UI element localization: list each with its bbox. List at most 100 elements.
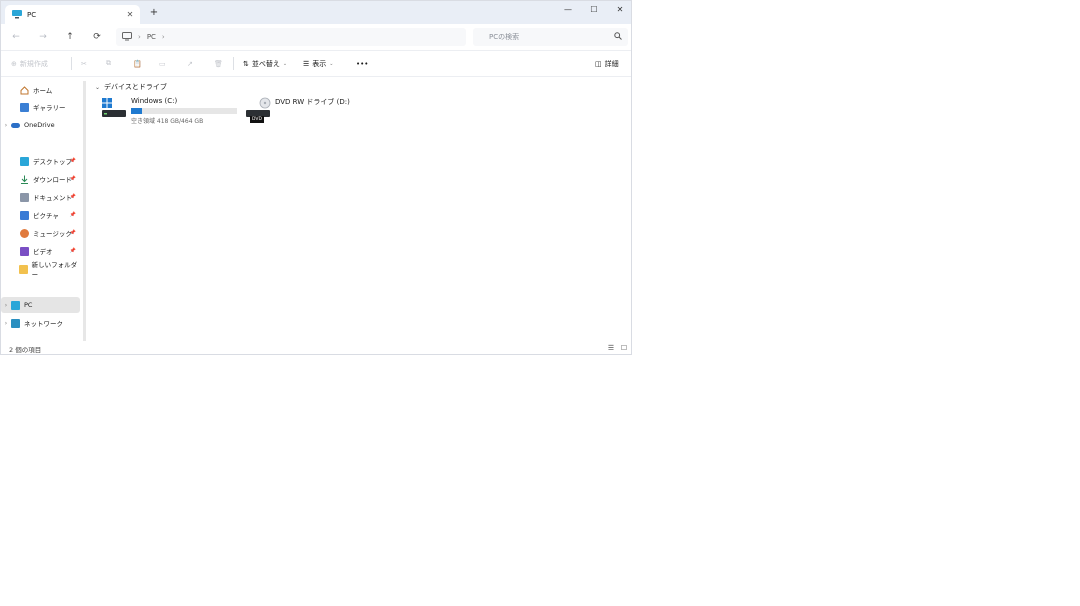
sort-icon: ⇅ [243, 59, 249, 68]
minimize-button[interactable]: — [555, 3, 581, 17]
sidebar-item-label: デスクトップ [33, 158, 72, 166]
pin-icon: 📌 [69, 176, 76, 182]
view-label: 表示 [312, 59, 327, 68]
pin-icon: 📌 [69, 230, 76, 236]
sidebar-item-gallery[interactable]: ギャラリー [1, 99, 80, 115]
sidebar-item-music[interactable]: ミュージック 📌 [1, 225, 80, 241]
sidebar-item-home[interactable]: ホーム [1, 82, 80, 98]
search-box[interactable]: PCの検索 [473, 28, 628, 46]
details-button[interactable]: ◫ 詳細 [595, 58, 619, 69]
tiles-view-icon[interactable]: ☐ [620, 344, 628, 352]
command-bar: ⊕ 新規作成 ✂ ⧉ 📋 ▭ ↗ 🗑 ⇅ 並べ替え ⌄ ☰ 表示 ⌄ ••• ◫… [1, 51, 631, 77]
sidebar-item-network[interactable]: › ネットワーク [1, 315, 80, 331]
group-title: デバイスとドライブ [104, 83, 167, 91]
sidebar-item-downloads[interactable]: ダウンロード 📌 [1, 171, 80, 187]
search-input[interactable]: PCの検索 [489, 32, 614, 42]
pin-icon: 📌 [69, 194, 76, 200]
sidebar-item-label: ビデオ [33, 248, 53, 256]
breadcrumb-separator: › [138, 33, 141, 41]
sidebar-item-videos[interactable]: ビデオ 📌 [1, 243, 80, 259]
group-header-devices[interactable]: ⌄ デバイスとドライブ [95, 82, 167, 92]
tab-close-button[interactable]: ✕ [124, 10, 136, 19]
pin-icon: 📌 [69, 248, 76, 254]
expand-chevron-icon[interactable]: › [1, 122, 11, 129]
rename-icon[interactable]: ▭ [159, 58, 166, 69]
sidebar-item-label: 新しいフォルダー [31, 261, 78, 279]
sidebar-item-desktop[interactable]: デスクトップ 📌 [1, 153, 80, 169]
drive-usage-fill [131, 108, 142, 114]
network-icon [11, 318, 20, 328]
divider [71, 57, 72, 70]
delete-icon[interactable]: 🗑 [214, 58, 223, 69]
sidebar-item-label: ダウンロード [33, 176, 72, 184]
monitor-icon [122, 31, 132, 43]
details-view-icon[interactable]: ☰ [607, 344, 615, 352]
cut-icon[interactable]: ✂ [81, 58, 87, 69]
view-button[interactable]: ☰ 表示 ⌄ [303, 58, 333, 69]
status-bar: 2 個の項目 [1, 341, 631, 354]
breadcrumb-pc[interactable]: PC [147, 33, 156, 41]
drive-d[interactable]: DVD DVD RW ドライブ (D:) [245, 97, 350, 123]
pin-icon: 📌 [69, 158, 76, 164]
sidebar-item-label: ピクチャ [33, 212, 59, 220]
breadcrumb-chevron[interactable]: › [162, 33, 165, 41]
tab-title: PC [27, 10, 37, 19]
details-label: 詳細 [604, 59, 619, 68]
sidebar-item-label: ホーム [33, 87, 53, 95]
back-button[interactable]: ← [9, 30, 23, 44]
navigation-pane: ホーム ギャラリー › OneDrive デスクトップ 📌 ダウンロード 📌 ド… [1, 77, 85, 341]
refresh-button[interactable]: ⟳ [90, 30, 104, 44]
new-tab-button[interactable]: + [147, 6, 161, 20]
sort-label: 並べ替え [251, 59, 280, 68]
sidebar-scrollbar[interactable] [83, 81, 86, 341]
search-icon [614, 32, 622, 42]
paste-icon[interactable]: 📋 [133, 58, 142, 69]
sidebar-item-pc[interactable]: › PC [1, 297, 80, 313]
expand-chevron-icon[interactable]: › [1, 302, 11, 309]
drive-c[interactable]: Windows (C:) 空き領域 418 GB/464 GB [101, 97, 237, 125]
document-icon [20, 192, 29, 202]
sidebar-item-new-folder[interactable]: 新しいフォルダー [1, 261, 80, 279]
dvd-badge: DVD [250, 116, 264, 123]
drive-free-space: 空き領域 418 GB/464 GB [131, 118, 204, 125]
divider [233, 57, 234, 70]
sort-button[interactable]: ⇅ 並べ替え ⌄ [243, 58, 287, 69]
sidebar-item-label: ドキュメント [33, 194, 72, 202]
sidebar-item-label: ネットワーク [24, 320, 63, 328]
new-button[interactable]: ⊕ 新規作成 [11, 58, 48, 69]
copy-icon[interactable]: ⧉ [106, 58, 111, 69]
breadcrumb[interactable]: › PC › [116, 28, 466, 46]
sidebar-item-documents[interactable]: ドキュメント 📌 [1, 189, 80, 205]
plus-circle-icon: ⊕ [11, 59, 17, 68]
sidebar-item-label: ギャラリー [33, 104, 66, 112]
home-icon [20, 85, 29, 95]
forward-button[interactable]: → [36, 30, 50, 44]
music-icon [20, 228, 29, 238]
pin-icon: 📌 [69, 212, 76, 218]
details-pane-icon: ◫ [595, 59, 602, 68]
sidebar-item-onedrive[interactable]: › OneDrive [1, 117, 80, 133]
expand-chevron-icon[interactable]: › [1, 320, 11, 327]
tab-pc[interactable]: PC ✕ [5, 5, 140, 24]
video-icon [20, 246, 29, 256]
drive-usage-bar [131, 108, 237, 114]
sidebar-item-pictures[interactable]: ピクチャ 📌 [1, 207, 80, 223]
collapse-chevron-icon[interactable]: ⌄ [95, 84, 100, 91]
more-options-button[interactable]: ••• [356, 58, 368, 69]
maximize-button[interactable]: ☐ [581, 3, 607, 17]
close-window-button[interactable]: ✕ [607, 3, 631, 17]
sidebar-item-label: ミュージック [33, 230, 72, 238]
chevron-down-icon: ⌄ [282, 60, 288, 67]
content-pane: ⌄ デバイスとドライブ Windows (C:) 空き領域 418 GB/464… [91, 77, 631, 341]
gallery-icon [20, 102, 29, 112]
dvd-drive-icon: DVD [245, 97, 271, 123]
sidebar-item-label: PC [24, 301, 33, 309]
drive-name: Windows (C:) [131, 97, 178, 105]
share-icon[interactable]: ↗ [187, 58, 193, 69]
up-button[interactable]: ↑ [63, 30, 77, 44]
download-icon [20, 175, 29, 184]
view-icon: ☰ [303, 59, 310, 68]
cloud-icon [11, 122, 20, 128]
new-button-label: 新規作成 [19, 59, 48, 68]
drive-name: DVD RW ドライブ (D:) [275, 98, 350, 106]
